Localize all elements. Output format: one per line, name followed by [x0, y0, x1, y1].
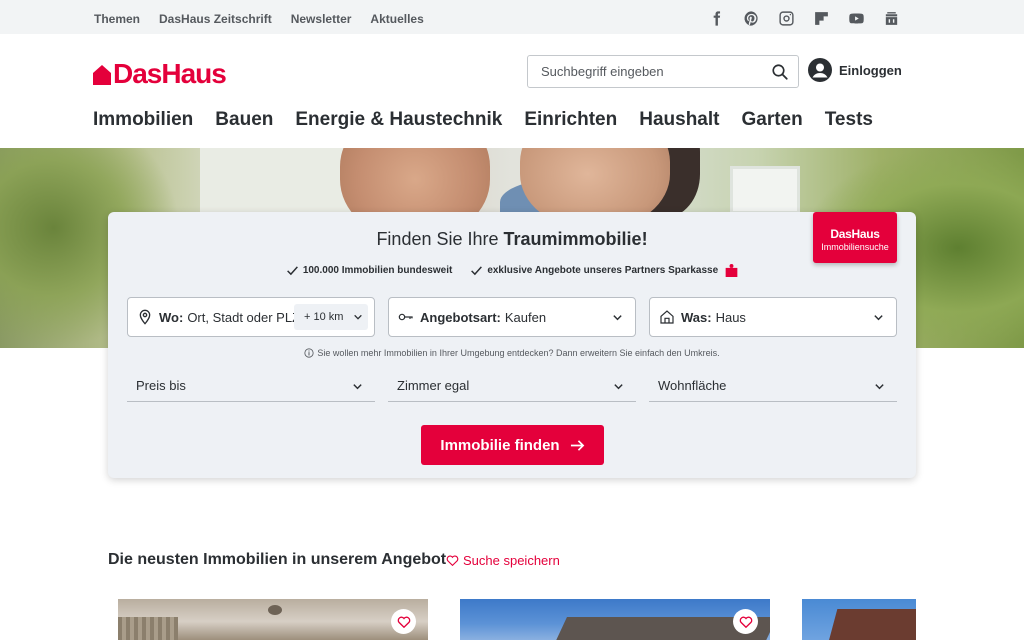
check-icon [471, 266, 483, 276]
radius-hint: Sie wollen mehr Immobilien in Ihrer Umge… [0, 348, 1024, 358]
listing-card[interactable] [118, 599, 428, 640]
listings-title: Die neusten Immobilien in unserem Angebo… [108, 551, 447, 568]
nav-item-bauen[interactable]: Bauen [215, 109, 273, 131]
offer-type-select[interactable]: Angebotsart: Kaufen [388, 297, 636, 337]
check-icon [286, 266, 298, 276]
logo-text: DasHaus [113, 58, 227, 89]
location-field[interactable]: Wo: Ort, Stadt oder PLZ + 10 km [127, 297, 375, 337]
search-icon[interactable] [771, 63, 789, 81]
heart-icon [446, 555, 459, 567]
listing-card[interactable] [802, 599, 916, 640]
arrow-right-icon [570, 439, 584, 451]
instagram-icon[interactable] [777, 9, 795, 27]
nav-item-tests[interactable]: Tests [825, 109, 873, 131]
save-search-link[interactable]: Suche speichern [446, 553, 560, 568]
what-label: Was: [681, 309, 712, 325]
chevron-down-icon [353, 384, 362, 390]
podcast-icon[interactable] [882, 9, 900, 27]
usp-text: exklusive Angebote unseres Partners Spar… [487, 265, 719, 276]
main-navigation: Immobilien Bauen Energie & Haustechnik E… [93, 109, 873, 131]
nav-item-garten[interactable]: Garten [741, 109, 802, 131]
chevron-down-icon [614, 384, 623, 390]
user-avatar-icon [808, 58, 832, 82]
chevron-down-icon [613, 315, 622, 321]
dashaus-logo[interactable]: DasHaus [93, 58, 227, 90]
top-link-zeitschrift[interactable]: DasHaus Zeitschrift [159, 12, 272, 26]
house-icon [660, 310, 674, 324]
favorite-button[interactable] [391, 609, 416, 634]
favorite-button[interactable] [733, 609, 758, 634]
pinterest-icon[interactable] [742, 9, 760, 27]
top-links: Themen DasHaus Zeitschrift Newsletter Ak… [94, 12, 424, 26]
usp-item: 100.000 Immobilien bundesweit [286, 264, 453, 277]
area-label: Wohnfläche [658, 378, 727, 393]
nav-item-immobilien[interactable]: Immobilien [93, 109, 193, 131]
nav-item-haushalt[interactable]: Haushalt [639, 109, 719, 131]
save-search-label: Suche speichern [463, 553, 560, 568]
nav-item-energie[interactable]: Energie & Haustechnik [295, 109, 502, 131]
offer-value: Kaufen [504, 309, 547, 325]
find-property-button[interactable]: Immobilie finden [421, 425, 604, 465]
top-link-newsletter[interactable]: Newsletter [291, 12, 352, 26]
search-input[interactable] [541, 64, 761, 79]
login-button[interactable]: Einloggen [808, 58, 902, 82]
top-link-aktuelles[interactable]: Aktuelles [370, 12, 423, 26]
location-placeholder: Ort, Stadt oder PLZ [187, 309, 301, 325]
youtube-icon[interactable] [847, 9, 865, 27]
chevron-down-icon [875, 384, 884, 390]
sparkasse-icon [725, 264, 738, 277]
radius-select[interactable]: + 10 km [294, 304, 368, 330]
listing-card[interactable] [460, 599, 770, 640]
usp-checks: 100.000 Immobilien bundesweit exklusive … [0, 264, 1024, 277]
price-select[interactable]: Preis bis [127, 372, 375, 402]
usp-text: 100.000 Immobilien bundesweit [302, 265, 453, 276]
top-bar: Themen DasHaus Zeitschrift Newsletter Ak… [0, 0, 1024, 34]
chevron-down-icon [874, 315, 883, 321]
search-card-title: Finden Sie Ihre Traumimmobilie! [0, 229, 1024, 250]
usp-item: exklusive Angebote unseres Partners Spar… [470, 264, 738, 277]
what-value: Haus [715, 309, 746, 325]
heart-icon [739, 616, 752, 628]
location-pin-icon [139, 309, 151, 325]
nav-item-einrichten[interactable]: Einrichten [524, 109, 617, 131]
title-prefix: Finden Sie Ihre [376, 229, 499, 249]
property-type-select[interactable]: Was: Haus [649, 297, 897, 337]
title-highlight: Traumimmobilie! [503, 229, 648, 249]
social-links [707, 9, 900, 27]
radius-value: + 10 km [304, 311, 344, 323]
find-property-label: Immobilie finden [440, 436, 560, 454]
rooms-label: Zimmer egal [397, 378, 470, 393]
rooms-select[interactable]: Zimmer egal [388, 372, 636, 402]
login-label: Einloggen [839, 62, 902, 78]
facebook-icon[interactable] [707, 9, 725, 27]
top-link-themen[interactable]: Themen [94, 12, 140, 26]
price-label: Preis bis [136, 378, 186, 393]
area-select[interactable]: Wohnfläche [649, 372, 897, 402]
info-icon [304, 348, 314, 358]
logo-house-icon [93, 65, 111, 85]
flipboard-icon[interactable] [812, 9, 830, 27]
offer-label: Angebotsart: [420, 309, 501, 325]
heart-icon [397, 616, 410, 628]
key-icon [398, 313, 413, 321]
chevron-down-icon [354, 314, 363, 320]
location-label: Wo: [159, 309, 184, 325]
site-search [527, 55, 799, 88]
hint-text: Sie wollen mehr Immobilien in Ihrer Umge… [317, 348, 720, 358]
